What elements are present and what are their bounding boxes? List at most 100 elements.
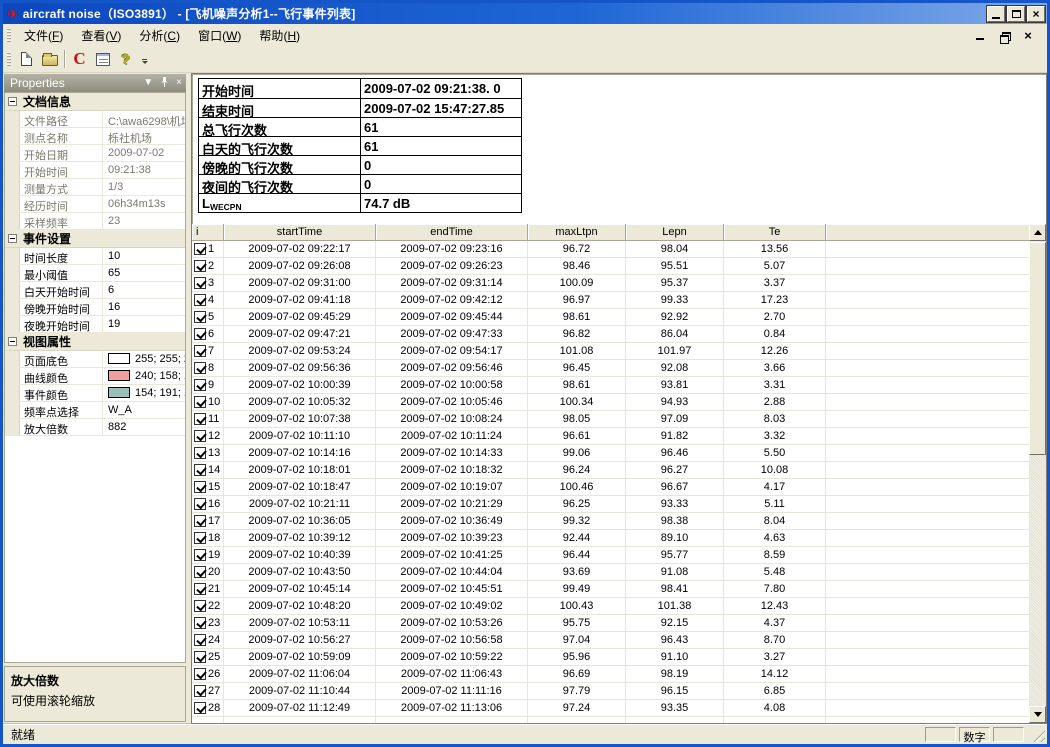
table-row[interactable]: 12 2009-07-02 10:11:10 2009-07-02 10:11:… bbox=[192, 428, 1029, 445]
table-row[interactable]: 8 2009-07-02 09:56:36 2009-07-02 09:56:4… bbox=[192, 360, 1029, 377]
table-row[interactable]: 22 2009-07-02 10:48:20 2009-07-02 10:49:… bbox=[192, 598, 1029, 615]
table-row[interactable]: 9 2009-07-02 10:00:39 2009-07-02 10:00:5… bbox=[192, 377, 1029, 394]
table-row[interactable]: 3 2009-07-02 09:31:00 2009-07-02 09:31:1… bbox=[192, 275, 1029, 292]
table-row[interactable]: 2 2009-07-02 09:26:08 2009-07-02 09:26:2… bbox=[192, 258, 1029, 275]
menu-item[interactable]: 查看(V) bbox=[72, 24, 130, 47]
row-checkbox[interactable] bbox=[194, 600, 206, 612]
table-row[interactable]: 1 2009-07-02 09:22:17 2009-07-02 09:23:1… bbox=[192, 241, 1029, 258]
property-value[interactable]: 06h34m13s bbox=[103, 196, 185, 212]
table-row[interactable]: 28 2009-07-02 11:12:49 2009-07-02 11:13:… bbox=[192, 700, 1029, 717]
c-analysis-button[interactable]: C bbox=[68, 48, 91, 70]
table-row[interactable]: 13 2009-07-02 10:14:16 2009-07-02 10:14:… bbox=[192, 445, 1029, 462]
row-checkbox[interactable] bbox=[194, 396, 206, 408]
table-row[interactable]: 6 2009-07-02 09:47:21 2009-07-02 09:47:3… bbox=[192, 326, 1029, 343]
property-value[interactable]: 255; 255; 255 bbox=[103, 351, 185, 367]
row-checkbox[interactable] bbox=[194, 685, 206, 697]
vertical-scrollbar[interactable] bbox=[1029, 224, 1046, 723]
column-header[interactable]: Lepn bbox=[626, 224, 724, 240]
properties-button[interactable] bbox=[91, 48, 114, 70]
table-row[interactable]: 25 2009-07-02 10:59:09 2009-07-02 10:59:… bbox=[192, 649, 1029, 666]
row-checkbox[interactable] bbox=[194, 430, 206, 442]
toolbar-grip[interactable] bbox=[7, 52, 11, 66]
section-event-settings[interactable]: 事件设置 bbox=[5, 230, 185, 248]
row-checkbox[interactable] bbox=[194, 464, 206, 476]
column-header[interactable]: endTime bbox=[376, 224, 528, 240]
close-icon[interactable]: × bbox=[176, 78, 182, 88]
table-row[interactable]: 18 2009-07-02 10:39:12 2009-07-02 10:39:… bbox=[192, 530, 1029, 547]
row-checkbox[interactable] bbox=[194, 515, 206, 527]
row-checkbox[interactable] bbox=[194, 447, 206, 459]
property-value[interactable]: W_A bbox=[103, 402, 185, 418]
child-restore-button[interactable] bbox=[997, 29, 1011, 42]
toolbar-overflow-button[interactable] bbox=[139, 48, 150, 70]
table-row[interactable]: 15 2009-07-02 10:18:47 2009-07-02 10:19:… bbox=[192, 479, 1029, 496]
row-checkbox[interactable] bbox=[194, 532, 206, 544]
property-value[interactable]: 10 bbox=[103, 248, 185, 264]
column-header[interactable]: Te bbox=[724, 224, 826, 240]
row-checkbox[interactable] bbox=[194, 328, 206, 340]
property-value[interactable]: 882 bbox=[103, 419, 185, 435]
table-row[interactable]: 17 2009-07-02 10:36:05 2009-07-02 10:36:… bbox=[192, 513, 1029, 530]
table-row[interactable]: 11 2009-07-02 10:07:38 2009-07-02 10:08:… bbox=[192, 411, 1029, 428]
table-row[interactable]: 27 2009-07-02 11:10:44 2009-07-02 11:11:… bbox=[192, 683, 1029, 700]
child-close-button[interactable]: × bbox=[1021, 29, 1035, 42]
menu-item[interactable]: 分析(C) bbox=[130, 24, 189, 47]
row-checkbox[interactable] bbox=[194, 311, 206, 323]
row-checkbox[interactable] bbox=[194, 668, 206, 680]
new-document-button[interactable] bbox=[15, 48, 38, 70]
table-row[interactable]: 14 2009-07-02 10:18:01 2009-07-02 10:18:… bbox=[192, 462, 1029, 479]
menu-grip[interactable] bbox=[7, 28, 11, 42]
open-file-button[interactable] bbox=[38, 48, 61, 70]
row-checkbox[interactable] bbox=[194, 413, 206, 425]
row-checkbox[interactable] bbox=[194, 583, 206, 595]
property-value[interactable]: 154; 191; 186 bbox=[103, 385, 185, 401]
row-checkbox[interactable] bbox=[194, 702, 206, 714]
row-checkbox[interactable] bbox=[194, 277, 206, 289]
property-value[interactable]: 6 bbox=[103, 282, 185, 298]
help-button[interactable]: ? bbox=[114, 48, 137, 70]
column-header[interactable]: startTime bbox=[224, 224, 376, 240]
table-row[interactable]: 10 2009-07-02 10:05:32 2009-07-02 10:05:… bbox=[192, 394, 1029, 411]
section-doc-info[interactable]: 文档信息 bbox=[5, 93, 185, 111]
collapse-icon[interactable] bbox=[8, 234, 17, 243]
table-row[interactable]: 26 2009-07-02 11:06:04 2009-07-02 11:06:… bbox=[192, 666, 1029, 683]
table-row[interactable]: 23 2009-07-02 10:53:11 2009-07-02 10:53:… bbox=[192, 615, 1029, 632]
table-row[interactable]: 21 2009-07-02 10:45:14 2009-07-02 10:45:… bbox=[192, 581, 1029, 598]
collapse-icon[interactable] bbox=[8, 337, 17, 346]
maximize-button[interactable] bbox=[1007, 6, 1025, 22]
property-value[interactable]: 1/3 bbox=[103, 179, 185, 195]
child-minimize-button[interactable] bbox=[973, 29, 987, 42]
column-header[interactable]: maxLtpn bbox=[528, 224, 626, 240]
table-row[interactable]: 20 2009-07-02 10:43:50 2009-07-02 10:44:… bbox=[192, 564, 1029, 581]
row-checkbox[interactable] bbox=[194, 498, 206, 510]
row-checkbox[interactable] bbox=[194, 481, 206, 493]
row-checkbox[interactable] bbox=[194, 345, 206, 357]
row-checkbox[interactable] bbox=[194, 549, 206, 561]
property-value[interactable]: 23 bbox=[103, 213, 185, 229]
table-row[interactable]: 19 2009-07-02 10:40:39 2009-07-02 10:41:… bbox=[192, 547, 1029, 564]
menu-item[interactable]: 帮助(H) bbox=[250, 24, 309, 47]
property-value[interactable]: 240; 158; 158 bbox=[103, 368, 185, 384]
row-checkbox[interactable] bbox=[194, 566, 206, 578]
pin-icon[interactable] bbox=[160, 77, 169, 90]
property-value[interactable]: 19 bbox=[103, 316, 185, 332]
close-button[interactable]: × bbox=[1027, 6, 1045, 22]
property-value[interactable]: 09:21:38 bbox=[103, 162, 185, 178]
table-row[interactable]: 7 2009-07-02 09:53:24 2009-07-02 09:54:1… bbox=[192, 343, 1029, 360]
scrollbar-thumb[interactable] bbox=[1029, 242, 1046, 455]
row-checkbox[interactable] bbox=[194, 617, 206, 629]
property-value[interactable]: 栎社机场 bbox=[103, 128, 185, 144]
section-view-props[interactable]: 视图属性 bbox=[5, 333, 185, 351]
scroll-down-button[interactable] bbox=[1029, 706, 1046, 723]
menu-item[interactable]: 窗口(W) bbox=[189, 24, 250, 47]
row-checkbox[interactable] bbox=[194, 243, 206, 255]
row-checkbox[interactable] bbox=[194, 379, 206, 391]
chevron-down-icon[interactable]: ▼ bbox=[143, 78, 153, 88]
property-value[interactable]: 16 bbox=[103, 299, 185, 315]
property-value[interactable]: 2009-07-02 bbox=[103, 145, 185, 161]
column-header[interactable] bbox=[826, 224, 1029, 240]
scroll-up-button[interactable] bbox=[1029, 224, 1046, 241]
resize-grip-icon[interactable] bbox=[1030, 727, 1045, 742]
minimize-button[interactable] bbox=[987, 6, 1005, 22]
row-checkbox[interactable] bbox=[194, 294, 206, 306]
